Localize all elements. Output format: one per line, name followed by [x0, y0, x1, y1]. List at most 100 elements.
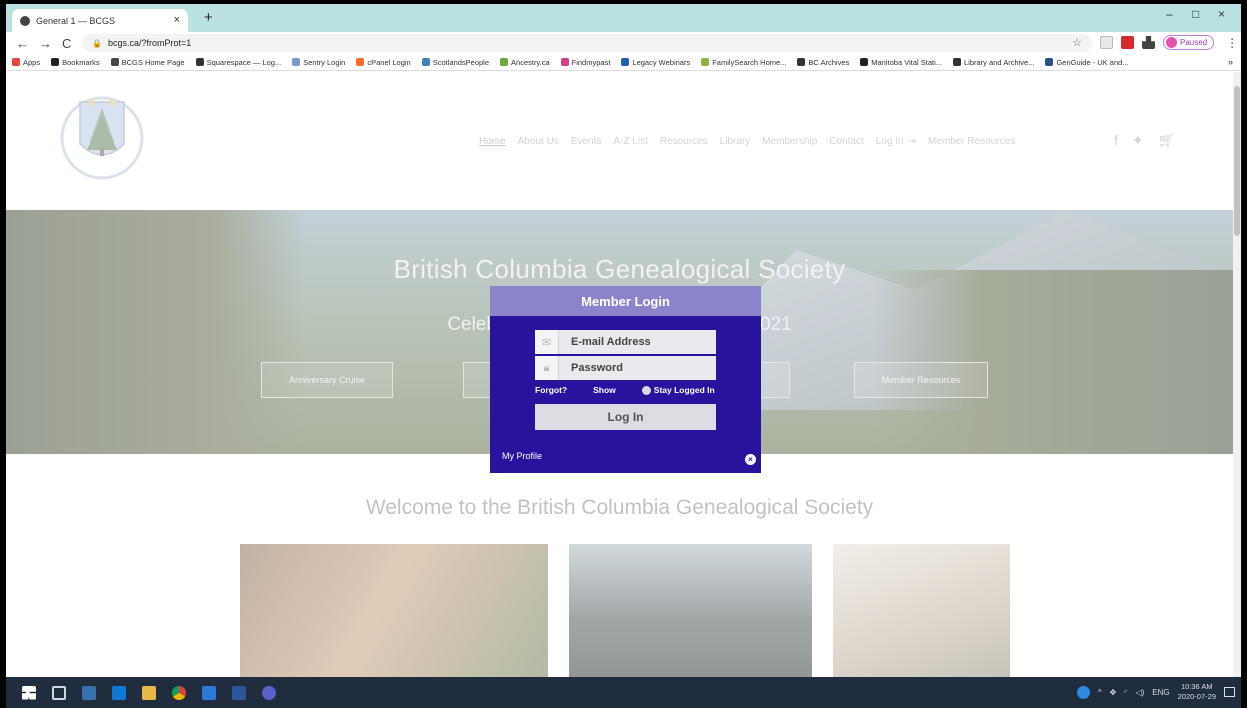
modal-close-icon[interactable]: × [745, 454, 756, 465]
bookmark-item[interactable]: Ancestry.ca [500, 58, 550, 67]
new-tab-button[interactable]: + [204, 9, 213, 26]
extension-icons: Paused ⋮ [1100, 35, 1238, 50]
page-scrollbar[interactable] [1233, 72, 1241, 677]
chevron-up-icon[interactable]: ^ [1098, 688, 1102, 697]
forgot-password-link[interactable]: Forgot? [535, 385, 567, 395]
reload-icon[interactable]: C [62, 36, 71, 51]
puzzle-extensions-icon[interactable] [1142, 36, 1155, 49]
profile-status: Paused [1180, 38, 1208, 47]
bookmark-label: Library and Archive... [964, 57, 1035, 67]
bookmark-item[interactable]: Sentry Login [292, 58, 345, 67]
bookmark-favicon-icon [560, 58, 569, 66]
bookmark-label: Legacy Webinars [632, 57, 691, 67]
clock-time: 10:36 AM [1180, 682, 1213, 691]
photos-icon[interactable] [202, 685, 216, 700]
bookmark-star-icon[interactable]: ☆ [1072, 36, 1082, 49]
clock-date: 2020-07-29 [1177, 692, 1216, 701]
help-icon[interactable] [1076, 685, 1090, 699]
bookmark-favicon-icon [292, 58, 301, 66]
task-view-icon[interactable] [52, 685, 66, 700]
bookmark-label: Bookmarks [62, 57, 100, 67]
minimize-button[interactable]: – [1166, 7, 1173, 21]
taskbar-app-icon[interactable] [82, 685, 96, 700]
login-options: Forgot? Show Stay Logged In [535, 385, 735, 395]
bookmark-item[interactable]: Manitoba Vital Stati... [860, 58, 942, 67]
bookmark-item[interactable]: Apps [12, 58, 40, 67]
bookmark-item[interactable]: Findmypast [560, 57, 611, 67]
browser-menu-icon[interactable]: ⋮ [1226, 36, 1238, 50]
bookmarks-bar: Apps Bookmarks BCGS Home Page Squarespace —… [6, 54, 1241, 71]
bookmark-favicon-icon [860, 58, 869, 66]
address-bar[interactable]: 🔒 bcgs.ca/?fromProt=1 ☆ [82, 34, 1092, 52]
close-window-button[interactable]: × [1218, 7, 1225, 21]
bookmark-label: BC Archives [808, 57, 850, 67]
clock[interactable]: 10:36 AM 2020-07-29 [1178, 682, 1216, 702]
password-input[interactable] [559, 362, 709, 374]
password-field[interactable]: 🔒︎ [535, 356, 716, 380]
bookmark-favicon-icon [797, 58, 806, 66]
show-password-toggle[interactable]: Show [593, 385, 616, 395]
dropbox-icon[interactable]: ✥ [1110, 688, 1117, 697]
forward-arrow-icon[interactable]: → [39, 36, 52, 51]
site-favicon-icon [20, 15, 30, 26]
stay-logged-in-toggle[interactable]: Stay Logged In [641, 385, 715, 395]
bookmark-label: Ancestry.ca [511, 57, 550, 67]
bookmark-label: GenGuide - UK and... [1056, 57, 1129, 67]
bookmark-favicon-icon [12, 58, 20, 66]
bookmark-label: Sentry Login [303, 57, 346, 67]
extension-icon[interactable] [1100, 36, 1113, 49]
windows-start-icon[interactable] [22, 685, 36, 700]
scrollbar-thumb[interactable] [1234, 86, 1240, 236]
back-arrow-icon[interactable]: ← [16, 36, 29, 51]
bookmark-favicon-icon [421, 58, 430, 66]
bookmark-item[interactable]: BC Archives [797, 58, 849, 67]
bookmark-label: ScotlandsPeople [432, 57, 490, 67]
bookmark-favicon-icon [701, 58, 710, 66]
my-profile-link[interactable]: My Profile [502, 451, 542, 461]
file-explorer-icon[interactable] [142, 685, 156, 700]
bookmark-item[interactable]: cPanel Login [356, 58, 411, 67]
tab-title: General 1 — BCGS [36, 15, 116, 26]
maximize-button[interactable]: □ [1192, 7, 1199, 21]
bookmark-label: Findmypast [571, 57, 611, 67]
bookmark-favicon-icon [621, 58, 630, 66]
bookmark-label: Apps [23, 57, 41, 67]
bookmark-item[interactable]: GenGuide - UK and... [1045, 57, 1129, 67]
bookmark-item[interactable]: FamilySearch Home... [701, 58, 786, 67]
browser-tab[interactable]: General 1 — BCGS × [12, 9, 188, 32]
envelope-icon: ✉ [535, 330, 559, 354]
bookmark-favicon-icon [1045, 58, 1054, 66]
bookmark-item[interactable]: Legacy Webinars [621, 58, 690, 67]
bookmark-label: Squarespace — Log... [206, 57, 282, 67]
bookmarks-overflow-button[interactable]: » [1228, 57, 1233, 67]
acrobat-extension-icon[interactable] [1121, 36, 1134, 49]
browser-toolbar: ← → C 🔒 bcgs.ca/?fromProt=1 ☆ Paused ⋮ [6, 32, 1241, 54]
bookmark-item[interactable]: Library and Archive... [953, 58, 1034, 67]
email-field[interactable]: ✉ [535, 330, 716, 354]
bookmark-item[interactable]: Bookmarks [51, 58, 100, 67]
member-login-modal: Member Login ✉ 🔒︎ Forgot? Show Stay Logg… [490, 286, 761, 473]
outlook-icon[interactable] [112, 685, 126, 700]
notifications-icon[interactable] [1224, 687, 1235, 697]
bookmark-item[interactable]: Squarespace — Log... [195, 57, 282, 67]
tab-close-icon[interactable]: × [174, 14, 180, 26]
web-page: Home About Us Events A-Z List Resources Libra… [6, 72, 1233, 677]
taskbar-app-icon-2[interactable] [262, 685, 276, 700]
stay-logged-in-label: Stay Logged In [653, 385, 715, 395]
bookmark-favicon-icon [356, 58, 365, 66]
bookmark-item[interactable]: ScotlandsPeople [421, 57, 490, 67]
url-text: bcgs.ca/?fromProt=1 [107, 38, 192, 48]
system-tray: ^ ✥ ◜ ◁) ENG 10:36 AM 2020-07-29 [1076, 682, 1235, 702]
wifi-icon[interactable]: ◜ [1124, 688, 1127, 697]
login-button[interactable]: Log In [535, 404, 716, 430]
bookmark-favicon-icon [953, 58, 961, 66]
word-icon[interactable] [232, 685, 246, 700]
email-input[interactable] [559, 336, 709, 348]
bookmark-item[interactable]: BCGS Home Page [110, 58, 185, 67]
bookmark-favicon-icon [500, 58, 509, 66]
chrome-icon[interactable] [172, 685, 186, 700]
profile-paused-button[interactable]: Paused [1163, 35, 1215, 50]
speaker-icon[interactable]: ◁) [1135, 688, 1144, 697]
bookmark-label: Manitoba Vital Stati... [871, 57, 942, 67]
language-indicator[interactable]: ENG [1152, 688, 1169, 697]
